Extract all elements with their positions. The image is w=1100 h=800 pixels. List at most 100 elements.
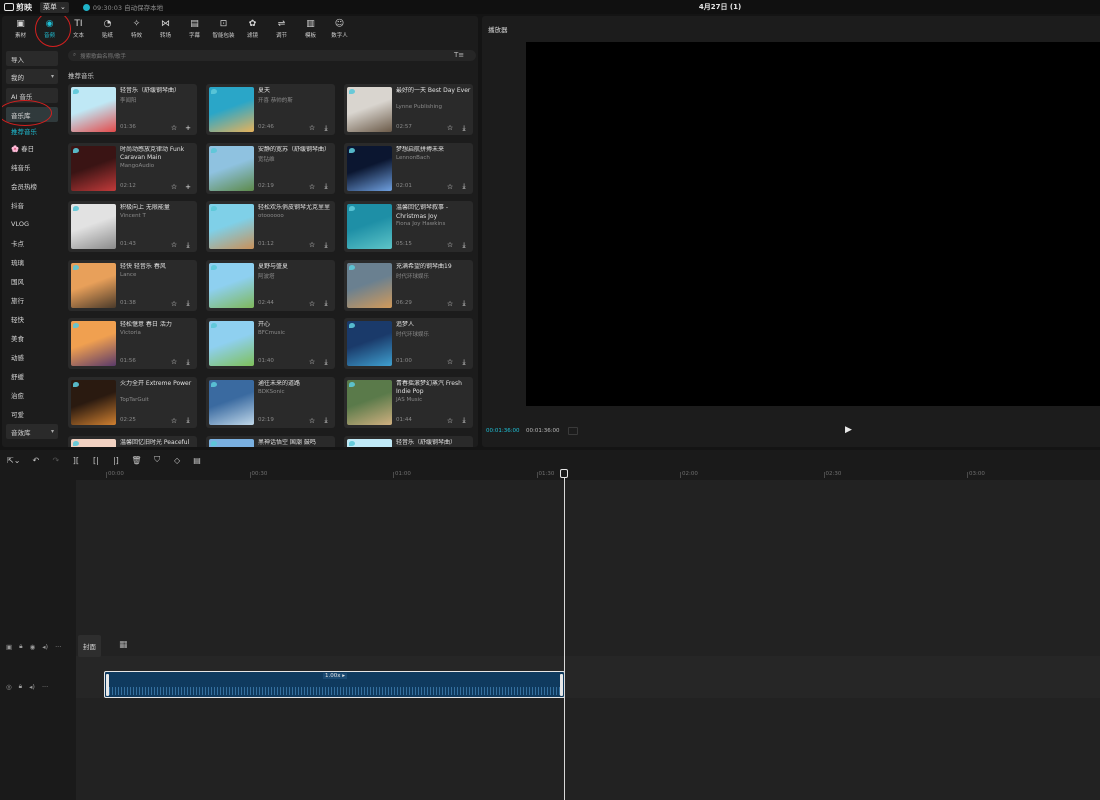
song-card[interactable]: 最好的一天 Best Day Ever Lynne Publishing 02:57… bbox=[344, 84, 473, 135]
ai-music-button[interactable]: AI 音乐 bbox=[6, 88, 58, 103]
song-card[interactable]: 时尚动感放克律动 Funk Caravan Main MangoAudio 02:1… bbox=[68, 142, 197, 194]
cover-button[interactable]: 封面 bbox=[78, 635, 101, 657]
download-icon[interactable]: ⤓ bbox=[460, 241, 468, 249]
favorite-star-icon[interactable]: ☆ bbox=[170, 300, 178, 308]
download-icon[interactable]: ⤓ bbox=[322, 241, 330, 249]
timecode-toggle-icon[interactable] bbox=[568, 427, 578, 435]
song-card[interactable]: 轻音乐（舒缓钢琴曲）李闻阳 bbox=[344, 435, 473, 447]
split-right-icon[interactable]: |] bbox=[111, 456, 120, 465]
favorite-star-icon[interactable]: ☆ bbox=[308, 417, 316, 425]
favorite-star-icon[interactable]: ☆ bbox=[170, 241, 178, 249]
song-card[interactable]: 轻音乐（舒缓钢琴曲） 李闻阳 01:36 ☆ + bbox=[68, 84, 197, 135]
speed-badge[interactable]: 1.00x ▸ bbox=[323, 673, 348, 679]
tab-smart-pack[interactable]: ⊡ 智能包装 bbox=[209, 16, 238, 42]
category-item[interactable]: 会员热榜 bbox=[6, 176, 58, 195]
play-button[interactable]: ▶ bbox=[845, 425, 852, 435]
favorite-star-icon[interactable]: ☆ bbox=[170, 417, 178, 425]
category-item[interactable]: 舒缓 bbox=[6, 366, 58, 385]
marker-icon[interactable]: ◇ bbox=[173, 456, 182, 465]
download-icon[interactable]: ⤓ bbox=[184, 241, 192, 249]
tab-captions[interactable]: ▤ 字幕 bbox=[180, 16, 209, 42]
category-item[interactable]: 轻快 bbox=[6, 309, 58, 328]
favorite-star-icon[interactable]: ☆ bbox=[308, 183, 316, 191]
filter-icon[interactable]: T≡ bbox=[454, 51, 464, 59]
download-icon[interactable]: ⤓ bbox=[460, 124, 468, 132]
song-card[interactable]: 温馨回忆钢琴叙事 - Christmas Joy Fiona Joy Hawkin… bbox=[344, 201, 473, 253]
mute-icon[interactable]: ◂) bbox=[29, 683, 35, 691]
download-icon[interactable]: ⤓ bbox=[460, 416, 468, 425]
split-icon[interactable]: ][ bbox=[71, 456, 80, 465]
tab-template[interactable]: ▥ 模板 bbox=[296, 16, 325, 42]
category-item[interactable]: 卡点 bbox=[6, 233, 58, 252]
song-card[interactable]: 黑神话悟空 国潮 鼓鸣 bbox=[206, 435, 335, 447]
search-input[interactable]: ⌕ 搜索歌曲名称/歌手 bbox=[68, 50, 476, 61]
favorite-star-icon[interactable]: ☆ bbox=[170, 124, 178, 132]
favorite-star-icon[interactable]: ☆ bbox=[446, 124, 454, 132]
category-item[interactable]: 治愈 bbox=[6, 385, 58, 404]
playhead-handle[interactable] bbox=[560, 469, 568, 478]
song-card[interactable]: 火力全开 Extreme Power TopTarGuit 02:25 ☆ ⤓ bbox=[68, 376, 197, 428]
more-icon[interactable]: ··· bbox=[42, 683, 48, 691]
tab-transition[interactable]: ⋈ 转场 bbox=[151, 16, 180, 42]
favorite-star-icon[interactable]: ☆ bbox=[170, 358, 178, 366]
song-card[interactable]: 温馨回忆旧时光 Peaceful Piano Relaxation Mo bbox=[68, 435, 197, 447]
song-card[interactable]: 轻松欢乐俏皮钢琴尤克里里 otoooooo 01:12 ☆ ⤓ bbox=[206, 201, 335, 253]
caption-icon[interactable]: ▤ bbox=[193, 456, 202, 465]
music-library-tab[interactable]: 音乐库 bbox=[6, 107, 58, 122]
category-item[interactable]: 旅行 bbox=[6, 290, 58, 309]
tab-filter[interactable]: ✿ 滤镜 bbox=[238, 16, 267, 42]
tab-effects[interactable]: ✧ 特效 bbox=[122, 16, 151, 42]
add-to-track-icon[interactable]: + bbox=[184, 124, 192, 132]
mute-icon[interactable]: ◂) bbox=[42, 643, 48, 651]
category-item[interactable]: 可爱 bbox=[6, 404, 58, 423]
song-card[interactable]: 夏天 开喜 恭帅的斯 02:46 ☆ ⤓ bbox=[206, 84, 335, 135]
favorite-star-icon[interactable]: ☆ bbox=[446, 241, 454, 249]
sound-effects-dropdown[interactable]: 音效库 ▾ bbox=[6, 424, 58, 439]
tab-media[interactable]: ▣ 素材 bbox=[6, 16, 35, 42]
favorite-star-icon[interactable]: ☆ bbox=[308, 300, 316, 308]
shield-icon[interactable]: ⛉ bbox=[153, 455, 162, 465]
category-item[interactable]: 琉璃 bbox=[6, 252, 58, 271]
song-card[interactable]: 追梦人 时代环球娱乐 01:00 ☆ ⤓ bbox=[344, 318, 473, 370]
eye-icon[interactable]: ◉ bbox=[30, 643, 36, 651]
song-card[interactable]: 梦想启航拼搏未来 LennonBach 02:01 ☆ ⤓ bbox=[344, 142, 473, 194]
song-card[interactable]: 青春摇滚梦幻蒸汽 Fresh Indie Pop JAS Music 01:44 ☆ ⤓ bbox=[344, 376, 473, 428]
download-icon[interactable]: ⤓ bbox=[322, 124, 330, 132]
download-icon[interactable]: ⤓ bbox=[184, 299, 192, 308]
import-button[interactable]: 导入 bbox=[6, 51, 58, 66]
category-item[interactable]: 🌸 春日 bbox=[6, 138, 58, 157]
redo-icon[interactable]: ↷ bbox=[51, 456, 60, 465]
track-area[interactable] bbox=[76, 480, 1100, 800]
playhead[interactable] bbox=[564, 470, 565, 800]
song-card[interactable]: 积极向上 无限能量 Vincent T 01:43 ☆ ⤓ bbox=[68, 201, 197, 253]
song-card[interactable]: 轻松惬意 春日 活力 Victoria 01:56 ☆ ⤓ bbox=[68, 318, 197, 370]
download-icon[interactable]: ⤓ bbox=[322, 358, 330, 366]
download-icon[interactable]: ⤓ bbox=[322, 182, 330, 191]
tab-avatar[interactable]: ☺ 数字人 bbox=[325, 16, 354, 42]
song-card[interactable]: 轻快 轻音乐 春风 Lance 01:38 ☆ ⤓ bbox=[68, 259, 197, 311]
favorite-star-icon[interactable]: ☆ bbox=[308, 124, 316, 132]
lock-icon[interactable]: 🔒︎ bbox=[19, 642, 22, 651]
download-icon[interactable]: ⤓ bbox=[322, 299, 330, 308]
preview-canvas[interactable] bbox=[526, 42, 1100, 406]
download-icon[interactable]: ⤓ bbox=[460, 299, 468, 308]
song-card[interactable]: 安静的宽苏（舒缓钢琴曲） 宽钻维 02:19 ☆ ⤓ bbox=[206, 142, 335, 194]
my-music-dropdown[interactable]: 我的 ▾ bbox=[6, 69, 58, 84]
lock-icon[interactable]: 🔒︎ bbox=[19, 682, 22, 691]
delete-icon[interactable]: 🗑 bbox=[131, 456, 141, 465]
category-item[interactable]: 抖音 bbox=[6, 195, 58, 214]
favorite-star-icon[interactable]: ☆ bbox=[446, 358, 454, 366]
download-icon[interactable]: ⤓ bbox=[322, 416, 330, 425]
favorite-star-icon[interactable]: ☆ bbox=[446, 417, 454, 425]
add-to-track-icon[interactable]: + bbox=[184, 183, 192, 191]
download-icon[interactable]: ⤓ bbox=[184, 416, 192, 425]
download-icon[interactable]: ⤓ bbox=[460, 182, 468, 191]
favorite-star-icon[interactable]: ☆ bbox=[308, 358, 316, 366]
time-ruler[interactable]: 00:00 00:30 01:00 01:30 02:00 02:30 03:00 bbox=[104, 470, 1100, 480]
tab-adjust[interactable]: ⇌ 调节 bbox=[267, 16, 296, 42]
audio-clip[interactable]: 1.00x ▸ bbox=[104, 671, 565, 698]
category-item[interactable]: 美食 bbox=[6, 328, 58, 347]
song-card[interactable]: 充满希望的钢琴曲19 时代环球娱乐 06:29 ☆ ⤓ bbox=[344, 259, 473, 311]
clip-right-handle[interactable] bbox=[560, 674, 563, 696]
favorite-star-icon[interactable]: ☆ bbox=[446, 183, 454, 191]
